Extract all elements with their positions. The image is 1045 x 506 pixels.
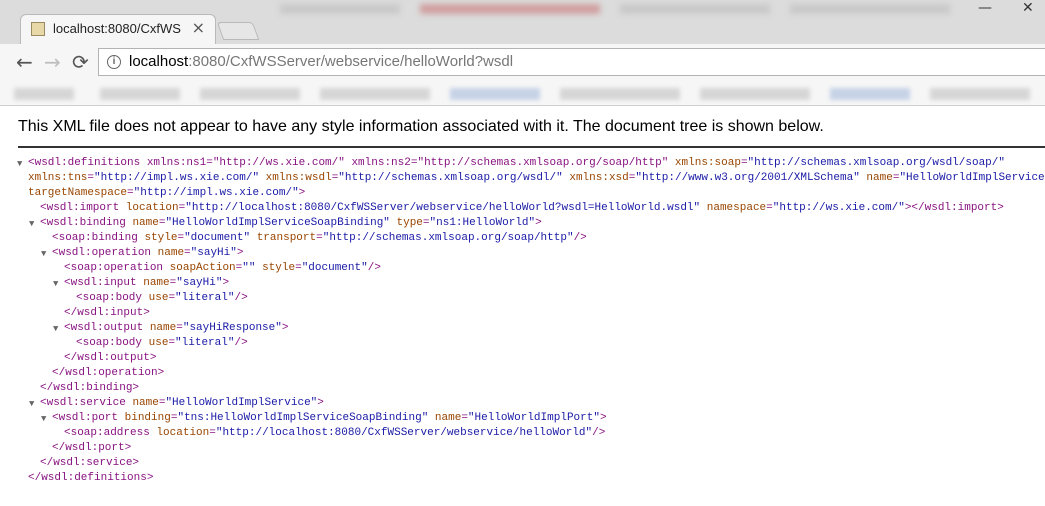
xml-line: xmlns:tns="http://impl.ws.xie.com/" xmln… xyxy=(28,172,1045,184)
xml-line: </wsdl:operation> xyxy=(52,367,165,379)
page-content: This XML file does not appear to have an… xyxy=(0,106,1045,506)
xml-line: <soap:binding style="document" transport… xyxy=(52,232,587,244)
xml-line: <wsdl:binding name="HelloWorldImplServic… xyxy=(40,217,542,229)
blurred-bookmark xyxy=(700,88,810,100)
blurred-region xyxy=(280,4,400,14)
xml-style-notice: This XML file does not appear to have an… xyxy=(18,118,824,135)
xml-line: <wsdl:import location="http://localhost:… xyxy=(40,202,1004,214)
blurred-region xyxy=(620,4,770,14)
address-url: localhost:8080/CxfWSServer/webservice/he… xyxy=(129,53,513,70)
address-bar[interactable]: i localhost:8080/CxfWSServer/webservice/… xyxy=(98,48,1045,76)
notice-divider xyxy=(18,146,1045,148)
blurred-bookmark xyxy=(450,88,540,100)
browser-tab[interactable]: localhost:8080/CxfWS × xyxy=(20,14,216,44)
xml-line: </wsdl:definitions> xyxy=(28,472,154,484)
blurred-bookmark xyxy=(560,88,680,100)
blurred-region xyxy=(790,4,950,14)
tab-title: localhost:8080/CxfWS xyxy=(53,21,181,36)
bookmarks-bar xyxy=(0,82,1045,106)
new-tab-button[interactable] xyxy=(216,22,260,40)
xml-line: </wsdl:port> xyxy=(52,442,132,454)
expand-toggle-icon[interactable]: ▼ xyxy=(53,322,58,337)
xml-line: <wsdl:definitions xmlns:ns1="http://ws.x… xyxy=(28,157,1005,169)
expand-toggle-icon[interactable]: ▼ xyxy=(29,217,34,232)
blurred-bookmark xyxy=(830,88,910,100)
xml-line: <wsdl:port binding="tns:HelloWorldImplSe… xyxy=(52,412,607,424)
page-info-icon[interactable]: i xyxy=(107,55,121,69)
blurred-region xyxy=(420,4,600,14)
xml-line: <soap:operation soapAction="" style="doc… xyxy=(64,262,381,274)
xml-line: <wsdl:operation name="sayHi"> xyxy=(52,247,244,259)
blurred-bookmark xyxy=(100,88,180,100)
blurred-bookmark xyxy=(200,88,300,100)
reload-icon[interactable]: ⟳ xyxy=(72,52,89,72)
minimize-icon[interactable]: — xyxy=(978,0,992,16)
blurred-bookmark xyxy=(14,88,74,100)
xml-line: targetNamespace="http://impl.ws.xie.com/… xyxy=(28,187,306,199)
url-path: :8080/CxfWSServer/webservice/helloWorld?… xyxy=(188,53,514,70)
url-host: localhost xyxy=(129,53,189,70)
xml-line: </wsdl:service> xyxy=(40,457,140,469)
xml-line: <wsdl:service name="HelloWorldImplServic… xyxy=(40,397,324,409)
blurred-bookmark xyxy=(320,88,430,100)
xml-line: <soap:body use="literal"/> xyxy=(76,337,248,349)
expand-toggle-icon[interactable]: ▼ xyxy=(29,397,34,412)
blurred-bookmark xyxy=(930,88,1030,100)
page-favicon-icon xyxy=(31,22,45,36)
tab-close-icon[interactable]: × xyxy=(192,18,205,37)
expand-toggle-icon[interactable]: ▼ xyxy=(17,157,22,172)
window-close-icon[interactable]: ✕ xyxy=(1022,0,1034,16)
forward-arrow-icon[interactable]: → xyxy=(44,52,61,72)
xml-line: <soap:address location="http://localhost… xyxy=(64,427,606,439)
back-arrow-icon[interactable]: ← xyxy=(16,52,33,72)
tab-strip: localhost:8080/CxfWS × — ✕ xyxy=(0,0,1045,44)
xml-line: <wsdl:output name="sayHiResponse"> xyxy=(64,322,289,334)
xml-line: <soap:body use="literal"/> xyxy=(76,292,248,304)
expand-toggle-icon[interactable]: ▼ xyxy=(41,247,46,262)
xml-line: <wsdl:input name="sayHi"> xyxy=(64,277,230,289)
expand-toggle-icon[interactable]: ▼ xyxy=(41,412,46,427)
expand-toggle-icon[interactable]: ▼ xyxy=(53,277,58,292)
xml-line: </wsdl:input> xyxy=(64,307,150,319)
xml-line: </wsdl:binding> xyxy=(40,382,140,394)
xml-line: </wsdl:output> xyxy=(64,352,157,364)
